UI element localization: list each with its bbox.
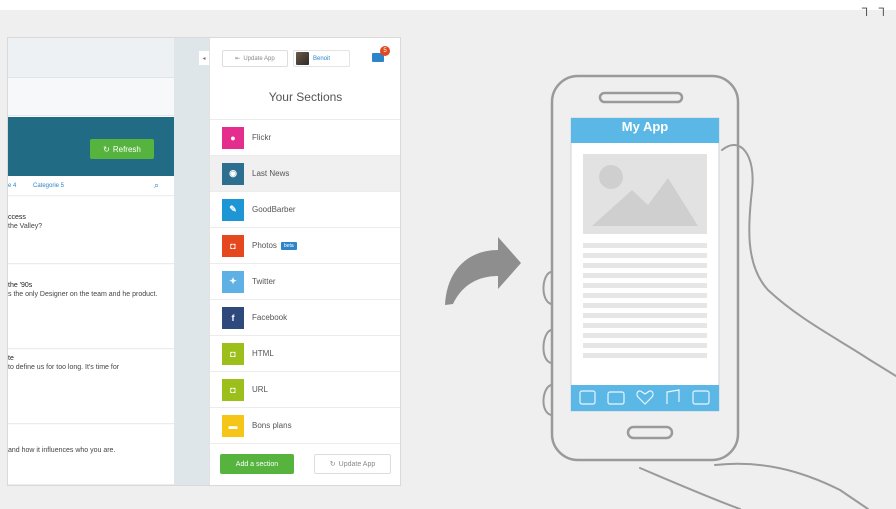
section-item[interactable]: ◉ Last News — [210, 155, 400, 191]
article-title: the '90s — [8, 282, 33, 289]
section-item[interactable]: ▬ Bons plans — [210, 407, 400, 443]
section-item[interactable]: f Facebook — [210, 299, 400, 335]
mail-count-badge: 5 — [380, 46, 390, 56]
image-placeholder-sun — [599, 165, 623, 189]
update-icon: ↻ — [329, 461, 336, 468]
user-name: Benoit — [313, 55, 331, 62]
section-label: Bons plans — [252, 421, 292, 430]
curved-arrow-icon — [445, 237, 521, 305]
section-item[interactable]: ◘ Photos beta — [210, 227, 400, 263]
section-label: HTML — [252, 349, 274, 358]
article-excerpt: s the only Designer on the team and he p… — [8, 291, 158, 298]
section-item[interactable]: ◘ URL — [210, 371, 400, 407]
goodbarber-icon: ✎ — [222, 198, 244, 221]
section-label: Flickr — [252, 133, 272, 142]
article-item[interactable]: ccess the Valley? — [8, 197, 174, 264]
sections-title: Your Sections — [268, 90, 343, 104]
user-menu[interactable]: Benoit — [293, 50, 350, 67]
avatar — [296, 52, 309, 65]
category-tab[interactable]: e 4 — [8, 183, 16, 189]
preview-subheader — [8, 78, 174, 116]
content-preview: ↻ Refresh e 4 Categorie 5 ⌕ ccess the Va… — [8, 38, 174, 485]
update-app-label: Update App — [243, 55, 275, 62]
article-excerpt: the Valley? — [8, 223, 43, 230]
facebook-icon: f — [222, 306, 244, 329]
section-item[interactable]: ✦ Twitter — [210, 263, 400, 299]
panel-footer: Add a section ↻ Update App — [210, 443, 400, 485]
update-app-label: Update App — [338, 460, 376, 468]
collapse-arrow-icon[interactable]: ◂ — [199, 51, 209, 65]
refresh-icon: ↻ — [103, 144, 110, 154]
preview-header — [8, 38, 174, 78]
news-icon: ◉ — [222, 162, 244, 185]
camera-icon: ◘ — [222, 234, 244, 257]
section-label: URL — [252, 385, 269, 394]
section-item[interactable]: ◘ HTML — [210, 335, 400, 371]
app-builder-screenshot: ↻ Refresh e 4 Categorie 5 ⌕ ccess the Va… — [7, 37, 401, 486]
flickr-icon: ● — [222, 126, 244, 149]
refresh-button[interactable]: ↻ Refresh — [90, 139, 154, 159]
html-icon: ◘ — [222, 342, 244, 365]
article-title: ccess — [8, 214, 26, 221]
article-excerpt: and how it influences who you are. — [8, 447, 116, 454]
app-title: My App — [621, 119, 669, 134]
article-title: te — [8, 355, 14, 362]
article-item[interactable]: the '90s s the only Designer on the team… — [8, 265, 174, 349]
refresh-label: Refresh — [112, 144, 141, 154]
article-item[interactable]: and how it influences who you are. — [8, 425, 174, 485]
section-list: ● Flickr ◉ Last News ✎ GoodBarber ◘ Photos beta ✦… — [210, 119, 400, 443]
section-label: Photos — [252, 241, 277, 250]
article-excerpt: to define us for too long. It's time for — [8, 364, 120, 371]
section-item[interactable]: ● Flickr — [210, 119, 400, 155]
section-item[interactable]: ✎ GoodBarber — [210, 191, 400, 227]
section-label: Twitter — [252, 277, 276, 286]
app-tab-bar — [571, 385, 719, 411]
corner-mark: ┐ ┐ — [861, 0, 890, 15]
section-label: GoodBarber — [252, 205, 296, 214]
panel-topbar: ⇤ Update App Benoit 5 — [210, 38, 400, 78]
update-app-button-top[interactable]: ⇤ Update App — [222, 50, 288, 67]
search-icon[interactable]: ⌕ — [154, 180, 159, 191]
category-tab[interactable]: Categorie 5 — [33, 183, 64, 189]
category-bar: e 4 Categorie 5 ⌕ — [8, 176, 174, 196]
sections-panel: ◂ ⇤ Update App Benoit 5 Your Sections ● F… — [199, 38, 400, 485]
update-icon: ⇤ — [235, 56, 241, 62]
add-section-button[interactable]: Add a section — [220, 454, 294, 474]
twitter-icon: ✦ — [222, 270, 244, 293]
preview-gutter — [174, 38, 209, 485]
beta-badge: beta — [280, 241, 297, 250]
url-icon: ◘ — [222, 378, 244, 401]
article-item[interactable]: te to define us for too long. It's time … — [8, 350, 174, 424]
top-strip — [0, 0, 896, 10]
section-label: Last News — [252, 169, 290, 178]
section-label: Facebook — [252, 313, 288, 322]
update-app-button[interactable]: ↻ Update App — [314, 454, 391, 474]
banner: ↻ Refresh — [8, 117, 174, 176]
bons-plans-icon: ▬ — [222, 414, 244, 437]
